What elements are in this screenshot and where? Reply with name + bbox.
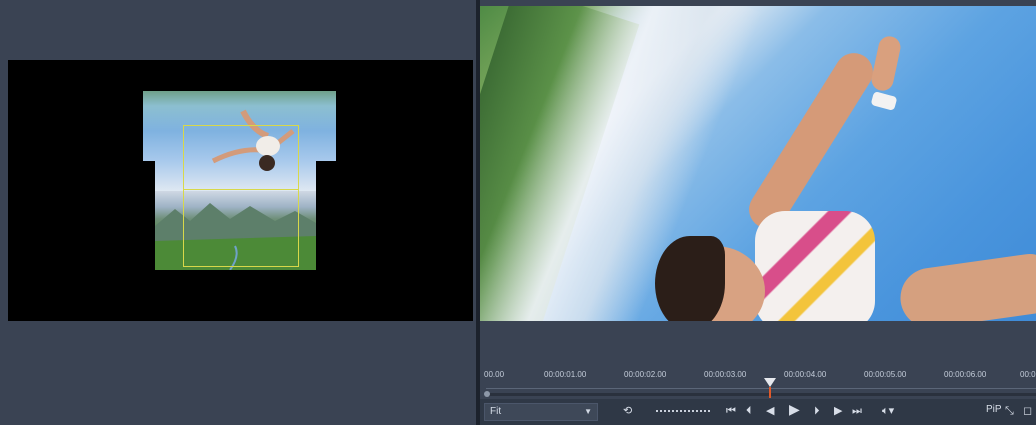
cutout [143, 161, 155, 191]
chevron-down-icon: ▼ [584, 407, 592, 416]
playhead-handle[interactable] [764, 378, 776, 387]
tick-label: 00:00:06.00 [944, 370, 987, 379]
tick-label: 00:00:05.00 [864, 370, 907, 379]
step-forward-icon[interactable]: ⏵ [814, 404, 820, 418]
scrub-track[interactable] [486, 393, 1036, 396]
preview-leg [896, 250, 1036, 321]
tick-label: 00:00:02.00 [624, 370, 667, 379]
zoom-select-value: Fit [490, 406, 502, 417]
expand-icon[interactable]: ◻ [1023, 404, 1032, 418]
shuttle-control[interactable] [656, 410, 710, 414]
tick-label: 00:00:01.00 [544, 370, 587, 379]
pip-icon[interactable]: ⤡ [1005, 404, 1014, 418]
crop-guide-line[interactable] [183, 189, 299, 190]
previous-frame-icon[interactable]: ⏴ [746, 404, 752, 418]
cutout [316, 161, 336, 191]
volume-icon[interactable]: 🔈︎▾ [882, 404, 894, 418]
loop-icon[interactable]: ⟲ [623, 404, 632, 418]
tick-label: 00.00 [484, 370, 505, 379]
preview-hand [869, 34, 903, 93]
source-panel [0, 0, 476, 425]
timeline-ruler[interactable]: 00.00 00:00:01.00 00:00:02.00 00:00:03.0… [480, 362, 1036, 398]
preview-watch [870, 91, 898, 111]
playback-controls: Fit ▼ ⟲ ⏮ ⏴ ◀ ▶ ⏵ ▶ ⏭ 🔈︎▾ PiP ⤡ ◻ [480, 399, 1036, 425]
preview-shirt [755, 211, 875, 321]
tick-label: 00:00:04.00 [784, 370, 827, 379]
go-to-end-icon[interactable]: ⏭ [852, 404, 862, 418]
pip-button[interactable]: PiP [986, 404, 1002, 415]
preview-canvas [480, 6, 1036, 321]
preview-hair [655, 236, 725, 321]
play-icon[interactable]: ▶ [789, 402, 800, 416]
tick-label: 00:0 [1020, 370, 1036, 379]
preview-arm [741, 45, 881, 236]
preview-panel: 00.00 00:00:01.00 00:00:02.00 00:00:03.0… [480, 0, 1036, 425]
tick-label: 00:00:03.00 [704, 370, 747, 379]
ruler-line [486, 388, 1036, 389]
scrub-start-handle[interactable] [484, 391, 490, 397]
go-to-start-icon[interactable]: ⏮ [726, 404, 736, 418]
source-canvas[interactable] [8, 60, 473, 321]
crop-frame[interactable] [183, 125, 299, 267]
step-back-icon[interactable]: ◀ [766, 404, 774, 418]
playhead-line [769, 387, 771, 398]
zoom-select[interactable]: Fit ▼ [484, 403, 598, 421]
next-frame-icon[interactable]: ▶ [834, 404, 842, 418]
